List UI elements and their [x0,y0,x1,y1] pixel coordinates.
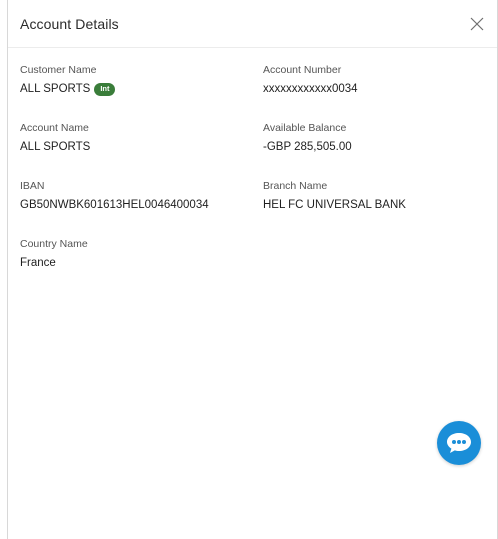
available-balance-label: Available Balance [263,122,347,134]
account-name-field: Account Name ALL SPORTS [20,121,263,164]
branch-name-label: Branch Name [263,180,328,192]
account-number-value: xxxxxxxxxxxx0034 [263,83,358,95]
iban-label: IBAN [20,180,45,192]
available-balance-field: Available Balance -GBP 285,505.00 [263,121,487,164]
customer-name-value-row: ALL SPORTS Int [20,80,263,98]
customer-type-badge: Int [94,82,116,96]
close-icon [470,17,484,30]
available-balance-value: -GBP 285,505.00 [263,141,352,153]
country-name-label: Country Name [20,238,88,250]
dialog-title: Account Details [20,15,119,32]
chat-bubble-icon [447,433,471,453]
branch-name-field: Branch Name HEL FC UNIVERSAL BANK [263,179,487,222]
account-name-label: Account Name [20,122,89,134]
branch-name-value: HEL FC UNIVERSAL BANK [263,199,406,211]
account-number-label: Account Number [263,64,342,76]
account-details-dialog: Account Details Customer Name ALL SPORTS… [7,0,498,539]
customer-name-label: Customer Name [20,64,97,76]
customer-name-value: ALL SPORTS [20,83,91,95]
iban-field: IBAN GB50NWBK601613HEL0046400034 [20,179,263,222]
close-button[interactable] [467,14,487,34]
dialog-header: Account Details [8,0,497,48]
account-number-field: Account Number xxxxxxxxxxxx0034 [263,63,487,106]
chat-button[interactable] [437,421,481,465]
country-name-value: France [20,257,56,269]
account-name-value: ALL SPORTS [20,141,91,153]
country-name-field: Country Name France [20,237,263,280]
iban-value: GB50NWBK601613HEL0046400034 [20,199,209,211]
customer-name-field: Customer Name ALL SPORTS Int [20,63,263,106]
account-details-grid: Customer Name ALL SPORTS Int Account Num… [20,63,487,280]
